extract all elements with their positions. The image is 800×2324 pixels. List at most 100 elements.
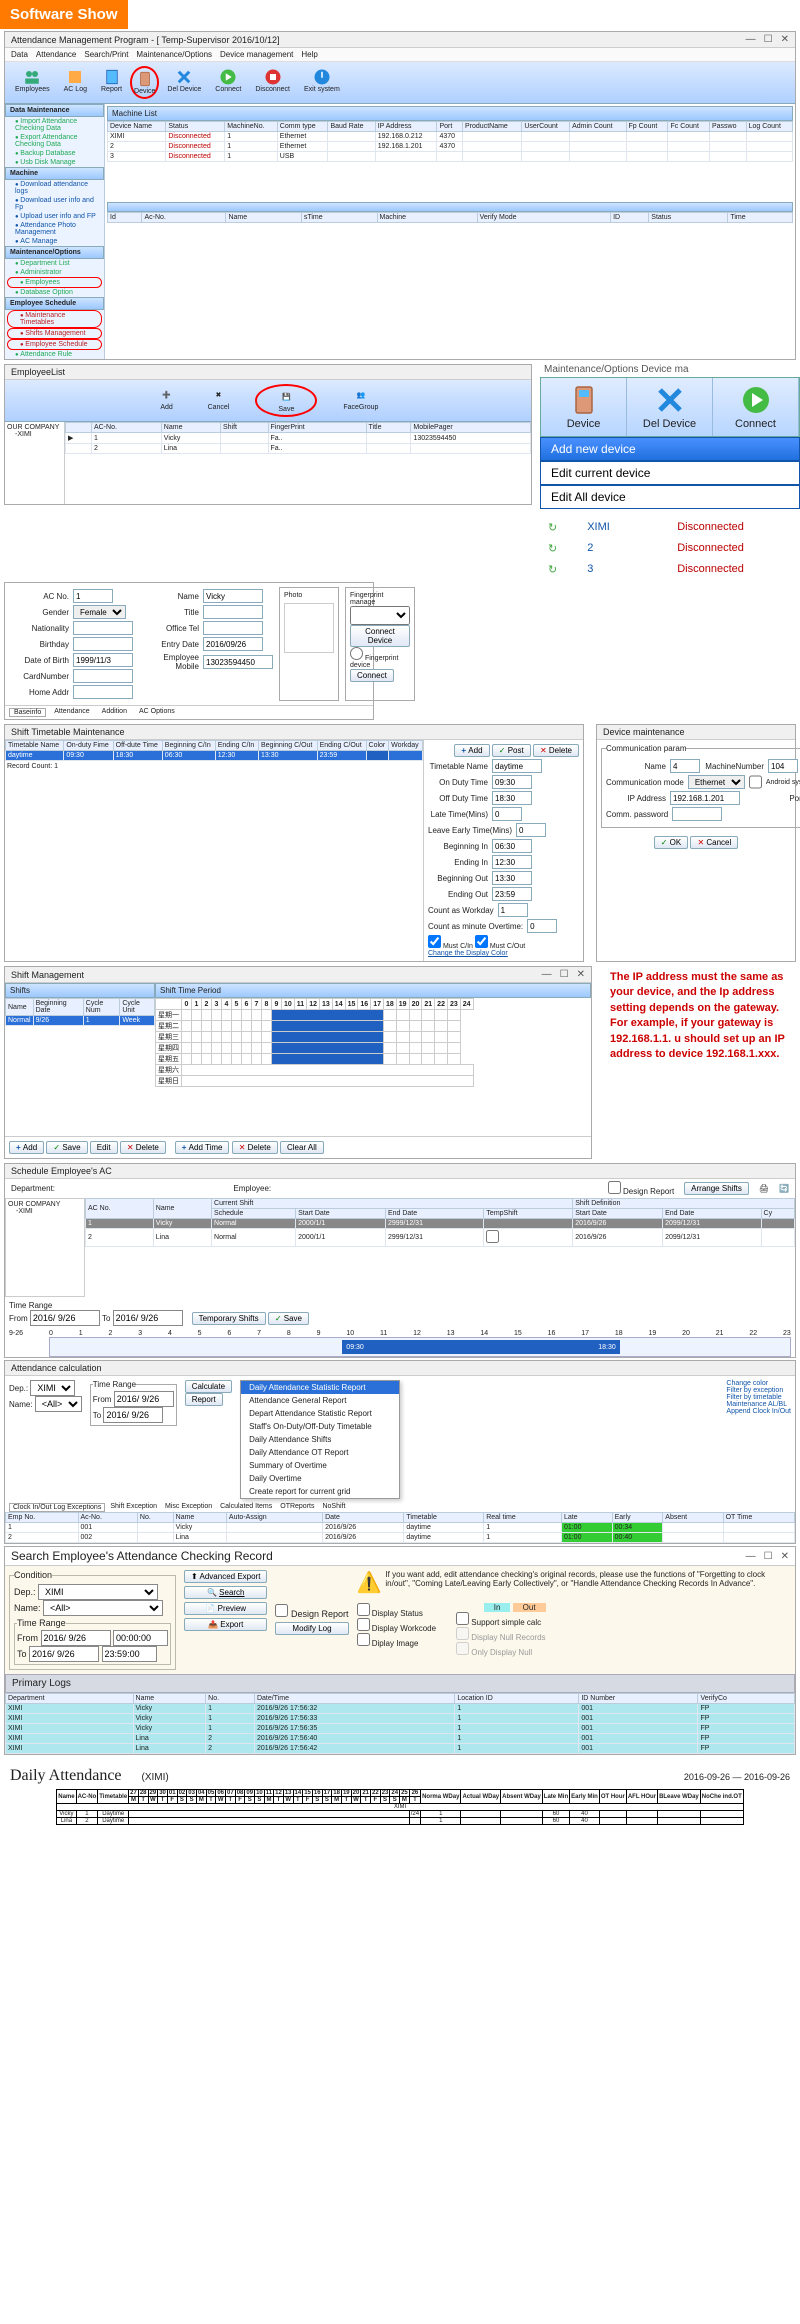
- sched-from[interactable]: [30, 1310, 100, 1326]
- side-filter-exc[interactable]: Filter by exception: [726, 1387, 791, 1394]
- sm-deltime[interactable]: Delete: [232, 1141, 278, 1154]
- tab-acoptions[interactable]: AC Options: [135, 708, 179, 717]
- adv-export-btn[interactable]: ⬆ Advanced Export: [184, 1570, 267, 1583]
- side-append[interactable]: Append Clock In/Out: [726, 1408, 791, 1415]
- side-admin[interactable]: Administrator: [5, 268, 104, 277]
- btn-employees[interactable]: Employees: [9, 66, 56, 99]
- rep-daily-ot[interactable]: Daily Overtime: [241, 1472, 399, 1485]
- popup-edit-current[interactable]: Edit current device: [540, 461, 800, 485]
- side-dbopt[interactable]: Database Option: [5, 288, 104, 297]
- sm-del[interactable]: Delete: [120, 1141, 166, 1154]
- tt-post-btn[interactable]: Post: [492, 744, 531, 757]
- sm-edit[interactable]: Edit: [90, 1141, 118, 1154]
- side-maint[interactable]: Maintenance AL/BL: [726, 1401, 791, 1408]
- dm-mode[interactable]: Ethernet: [688, 775, 745, 789]
- dm-name[interactable]: [670, 759, 700, 773]
- big-connect-btn[interactable]: Connect: [713, 378, 799, 436]
- modify-log-btn[interactable]: Modify Log: [275, 1622, 348, 1635]
- bday-input[interactable]: [73, 637, 133, 651]
- sm-save[interactable]: Save: [46, 1141, 87, 1154]
- btn-exit[interactable]: Exit system: [298, 66, 346, 99]
- dev-row[interactable]: ↻XIMIDisconnected: [540, 517, 800, 538]
- side-dl-user[interactable]: Download user info and Fp: [5, 196, 104, 212]
- name-input[interactable]: [203, 589, 263, 603]
- rep-onoff[interactable]: Staff's On-Duty/Off-Duty Timetable: [241, 1420, 399, 1433]
- nat-input[interactable]: [73, 621, 133, 635]
- search-btn[interactable]: 🔍 Search: [184, 1586, 267, 1599]
- side-deplist[interactable]: Department List: [5, 259, 104, 268]
- table-row[interactable]: 3Disconnected1USB: [108, 152, 793, 162]
- refresh-icon[interactable]: 🔄: [779, 1184, 789, 1193]
- btn-aclog[interactable]: AC Log: [58, 66, 93, 99]
- calc-name[interactable]: <All>: [35, 1396, 82, 1412]
- side-group-data[interactable]: Data Maintenance: [5, 104, 104, 117]
- menu-data[interactable]: Data: [11, 50, 28, 59]
- rep-sum-ot[interactable]: Summary of Overtime: [241, 1459, 399, 1472]
- tt-del-btn[interactable]: Delete: [533, 744, 579, 757]
- btn-report[interactable]: Report: [95, 66, 128, 99]
- btn-connect[interactable]: Connect: [209, 66, 247, 99]
- ot-input[interactable]: [203, 621, 263, 635]
- side-timetables[interactable]: Maintenance Timetables: [10, 311, 99, 327]
- sched-to[interactable]: [113, 1310, 183, 1326]
- rep-daily-stat[interactable]: Daily Attendance Statistic Report: [241, 1381, 399, 1394]
- dm-cancel-btn[interactable]: Cancel: [690, 836, 738, 849]
- close-icon[interactable]: ✕: [781, 34, 789, 45]
- mobile-input[interactable]: [203, 655, 273, 669]
- menu-help[interactable]: Help: [301, 50, 317, 59]
- emp-facegroup-btn[interactable]: 👥FaceGroup: [337, 384, 384, 417]
- export-btn[interactable]: 📤 Export: [184, 1618, 267, 1631]
- side-ul-user[interactable]: Upload user info and FP: [5, 212, 104, 221]
- menu-options[interactable]: Maintenance/Options: [136, 50, 212, 59]
- side-backup[interactable]: Backup Database: [5, 149, 104, 158]
- dev-row[interactable]: ↻2Disconnected: [540, 538, 800, 559]
- menu-search[interactable]: Search/Print: [84, 50, 128, 59]
- btn-disconnect[interactable]: Disconnect: [249, 66, 296, 99]
- report-btn[interactable]: Report: [185, 1393, 223, 1406]
- tab-addition[interactable]: Addition: [98, 708, 131, 717]
- min-icon[interactable]: —: [746, 34, 756, 45]
- table-row[interactable]: XIMIDisconnected1Ethernet192.168.0.21243…: [108, 132, 793, 142]
- calc-dep[interactable]: XIMI: [30, 1380, 75, 1396]
- search-name[interactable]: <All>: [43, 1600, 163, 1616]
- addr-input[interactable]: [73, 685, 133, 699]
- dev-row[interactable]: ↻3Disconnected: [540, 559, 800, 580]
- side-empsched[interactable]: Employee Schedule: [10, 340, 99, 349]
- side-rule[interactable]: Attendance Rule: [5, 350, 104, 359]
- connect-device-btn[interactable]: Connect Device: [350, 625, 410, 647]
- side-export[interactable]: Export Attendance Checking Data: [5, 133, 104, 149]
- dm-mno[interactable]: [768, 759, 798, 773]
- tab-attendance[interactable]: Attendance: [50, 708, 93, 717]
- big-deldevice-btn[interactable]: Del Device: [627, 378, 713, 436]
- dm-pw[interactable]: [672, 807, 722, 821]
- rep-depart[interactable]: Depart Attendance Statistic Report: [241, 1407, 399, 1420]
- preview-btn[interactable]: 📄 Preview: [184, 1602, 267, 1615]
- menu-attendance[interactable]: Attendance: [36, 50, 76, 59]
- side-group-sched[interactable]: Employee Schedule: [5, 297, 104, 310]
- table-row[interactable]: 2Disconnected1Ethernet192.168.1.2014370: [108, 142, 793, 152]
- emp-save-btn[interactable]: 💾Save: [255, 384, 317, 417]
- dm-ip[interactable]: [670, 791, 740, 805]
- print-icon[interactable]: 🖨: [759, 1184, 769, 1193]
- rep-ot[interactable]: Daily Attendance OT Report: [241, 1446, 399, 1459]
- dob-input[interactable]: [73, 653, 133, 667]
- card-input[interactable]: [73, 669, 133, 683]
- tab-baseinfo[interactable]: Baseinfo: [9, 708, 46, 717]
- big-device-btn[interactable]: Device: [541, 378, 627, 436]
- arrange-shifts-btn[interactable]: Arrange Shifts: [684, 1182, 749, 1195]
- side-dl-logs[interactable]: Download attendance logs: [5, 180, 104, 196]
- side-color[interactable]: Change color: [726, 1380, 791, 1387]
- sub-node[interactable]: -XIMI: [7, 431, 62, 438]
- tt-add-btn[interactable]: Add: [454, 744, 489, 757]
- btn-device[interactable]: Device: [130, 66, 159, 99]
- popup-add-device[interactable]: Add new device: [540, 437, 800, 461]
- sm-addtime[interactable]: Add Time: [175, 1141, 230, 1154]
- title-input[interactable]: [203, 605, 263, 619]
- sched-save-btn[interactable]: Save: [268, 1312, 309, 1325]
- rep-general[interactable]: Attendance General Report: [241, 1394, 399, 1407]
- company-node[interactable]: OUR COMPANY: [7, 424, 62, 431]
- side-employees[interactable]: Employees: [10, 278, 99, 287]
- side-photo[interactable]: Attendance Photo Management: [5, 221, 104, 237]
- side-usb[interactable]: Usb Disk Manage: [5, 158, 104, 167]
- ac-input[interactable]: [73, 589, 113, 603]
